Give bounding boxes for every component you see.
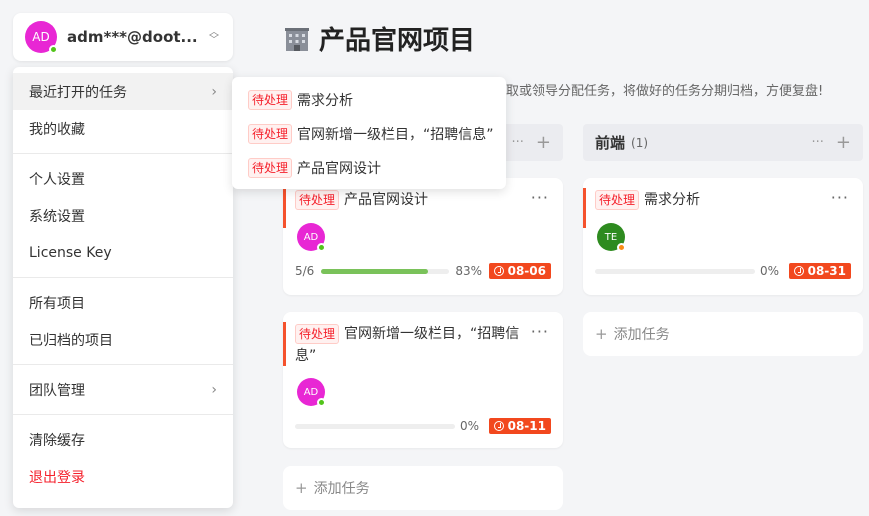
avatar: TE xyxy=(597,223,626,252)
menu-item-personal-settings[interactable]: 个人设置 xyxy=(13,160,233,197)
divider xyxy=(13,364,233,365)
divider xyxy=(13,414,233,415)
task-card[interactable]: 待处理 官网新增一级栏目，“招聘信息” ··· AD 0% 08-11 xyxy=(283,312,563,448)
menu-item-favorites[interactable]: 我的收藏 xyxy=(13,110,233,147)
user-menu: 最近打开的任务 › 我的收藏 个人设置 系统设置 License Key 所有项… xyxy=(13,67,233,508)
recent-task-item[interactable]: 待处理 产品官网设计 xyxy=(232,151,506,185)
plus-icon: + xyxy=(595,325,608,343)
more-icon[interactable]: ··· xyxy=(831,188,849,207)
chevron-right-icon: › xyxy=(211,381,217,398)
avatar: AD xyxy=(297,378,326,407)
status-badge: 待处理 xyxy=(595,190,640,210)
account-switcher[interactable]: AD adm***@doot... ︿ ﹀ xyxy=(13,13,233,61)
progress-row: 0% 08-31 xyxy=(595,263,851,279)
chevron-up-down-icon: ︿ ﹀ xyxy=(209,27,219,46)
priority-bar xyxy=(583,188,586,228)
column-count: (1) xyxy=(631,135,649,150)
status-badge: 待处理 xyxy=(295,324,340,344)
due-date-badge: 08-11 xyxy=(488,418,551,434)
status-badge: 待处理 xyxy=(295,190,340,210)
status-badge: 待处理 xyxy=(248,158,293,178)
due-date-badge: 08-06 xyxy=(488,263,551,279)
priority-bar xyxy=(283,322,286,366)
add-icon[interactable]: + xyxy=(836,132,851,153)
menu-item-recent-tasks[interactable]: 最近打开的任务 › xyxy=(13,73,233,110)
status-badge: 待处理 xyxy=(248,124,293,144)
online-status-dot xyxy=(317,243,326,252)
more-icon[interactable]: ··· xyxy=(812,135,824,150)
task-title: 待处理 产品官网设计 xyxy=(295,189,527,211)
chevron-right-icon: › xyxy=(211,83,217,100)
progress-row: 0% 08-11 xyxy=(295,418,551,434)
add-icon[interactable]: + xyxy=(536,132,551,153)
online-status-dot xyxy=(49,45,58,54)
menu-item-clear-cache[interactable]: 清除缓存 xyxy=(13,421,233,458)
progress-fill xyxy=(321,268,428,274)
column-title: 前端 xyxy=(595,134,626,152)
progress-label: 83% xyxy=(455,264,482,278)
progress-row: 5/6 83% 08-06 xyxy=(295,263,551,279)
progress-track xyxy=(595,268,755,274)
task-title: 待处理 官网新增一级栏目，“招聘信息” xyxy=(295,324,520,364)
online-status-dot xyxy=(317,398,326,407)
project-description: 取或领导分配任务，将做好的任务分期归档，方便复盘! xyxy=(506,84,824,99)
menu-item-archived-projects[interactable]: 已归档的项目 xyxy=(13,321,233,358)
avatar: AD xyxy=(297,223,326,252)
add-task-button[interactable]: + 添加任务 xyxy=(583,312,863,356)
plus-icon: + xyxy=(295,479,308,497)
column-header-frontend: 前端 (1) ··· + xyxy=(583,124,863,161)
menu-item-license-key[interactable]: License Key xyxy=(13,234,233,271)
progress-label: 0% xyxy=(460,419,480,433)
task-card[interactable]: 待处理 需求分析 ··· TE 0% 08-31 xyxy=(583,178,863,295)
more-icon[interactable]: ··· xyxy=(531,322,549,341)
menu-item-system-settings[interactable]: 系统设置 xyxy=(13,197,233,234)
progress-label: 0% xyxy=(760,264,780,278)
progress-track xyxy=(295,423,455,429)
status-badge: 待处理 xyxy=(248,90,293,110)
menu-item-logout[interactable]: 退出登录 xyxy=(13,458,233,495)
progress-track xyxy=(321,268,450,274)
away-status-dot xyxy=(617,243,626,252)
priority-bar xyxy=(283,188,286,228)
divider xyxy=(13,153,233,154)
menu-item-team-management[interactable]: 团队管理 › xyxy=(13,371,233,408)
clock-icon xyxy=(493,266,504,276)
add-task-button[interactable]: + 添加任务 xyxy=(283,466,563,510)
recent-tasks-submenu: 待处理 需求分析 待处理 官网新增一级栏目，“招聘信息” 待处理 产品官网设计 xyxy=(232,77,506,189)
task-title: 待处理 需求分析 xyxy=(595,189,827,211)
clock-icon xyxy=(793,266,804,276)
page-title: 产品官网项目 xyxy=(283,20,475,57)
menu-item-all-projects[interactable]: 所有项目 xyxy=(13,284,233,321)
recent-task-item[interactable]: 待处理 官网新增一级栏目，“招聘信息” xyxy=(232,117,506,151)
avatar: AD xyxy=(25,21,58,54)
subtask-count: 5/6 xyxy=(295,264,315,278)
more-icon[interactable]: ··· xyxy=(531,188,549,207)
account-name: adm***@doot... xyxy=(67,28,198,46)
divider xyxy=(13,277,233,278)
clock-icon xyxy=(493,421,504,431)
due-date-badge: 08-31 xyxy=(788,263,851,279)
building-icon xyxy=(285,27,309,51)
recent-task-item[interactable]: 待处理 需求分析 xyxy=(232,83,506,117)
task-card[interactable]: 待处理 产品官网设计 ··· AD 5/6 83% 08-06 xyxy=(283,178,563,295)
more-icon[interactable]: ··· xyxy=(512,135,524,150)
